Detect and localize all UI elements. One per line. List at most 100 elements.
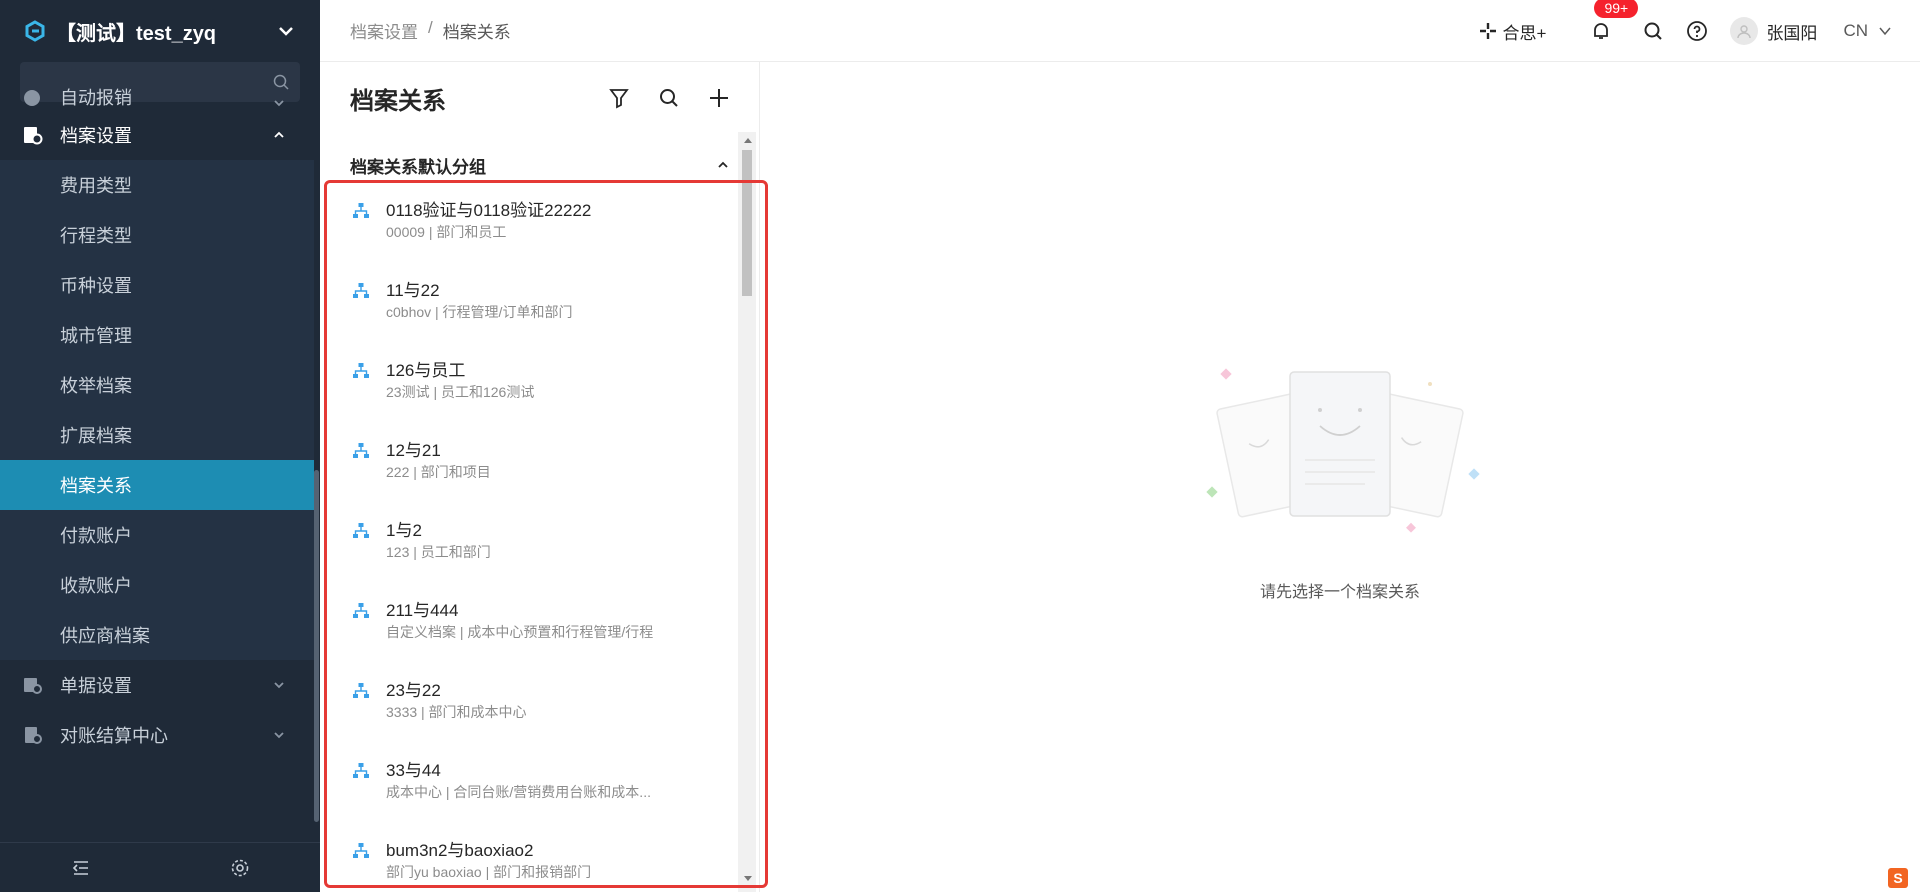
hierarchy-icon [353,443,369,458]
help-icon[interactable] [1686,20,1708,42]
empty-state-message: 请先选择一个档案关系 [1259,584,1420,601]
breadcrumb-separator: / [428,18,433,37]
scroll-up-arrow-icon[interactable] [744,138,752,143]
hierarchy-icon [353,523,369,538]
sidebar-item-reconciliation[interactable]: 对账结算中心 [0,710,314,760]
page-title: 档案关系 [350,87,446,115]
input-method-icon: S [1888,868,1908,888]
list-item-title: bum3n2与baoxiao2 [386,841,534,860]
avatar [1730,17,1759,45]
list-item[interactable]: 12与21 222 | 部门和项目 [340,420,740,500]
chevron-down-icon [274,732,284,739]
breadcrumb: 档案设置 / 档案关系 [350,18,511,43]
sidebar-header[interactable]: 【测试】test_zyq [0,0,320,62]
filter-icon[interactable] [607,86,631,110]
chevron-up-icon [274,131,284,138]
list-item-title: 126与员工 [386,361,466,380]
group-header[interactable]: 档案关系默认分组 [350,150,730,180]
list-item[interactable]: 0118验证与0118验证22222 00009 | 部门和员工 [340,180,740,260]
list-item[interactable]: 33与44 成本中心 | 合同台账/营销费用台账和成本... [340,740,740,820]
breadcrumb-item[interactable]: 档案设置 [350,18,418,43]
language-selector[interactable]: CN [1843,21,1892,41]
sidebar-subitem-payment-account[interactable]: 付款账户 [0,510,314,560]
notification-badge: 99+ [1594,0,1639,18]
archive-settings-icon [20,123,44,147]
user-icon [1737,25,1752,39]
reconciliation-icon [20,723,44,747]
hierarchy-icon [353,683,369,698]
list-item[interactable]: 11与22 c0bhov | 行程管理/订单和部门 [340,260,740,340]
top-bar-actions: 合思+ 99+ 张国阳 CN [1479,0,1920,62]
sidebar-footer [0,842,320,892]
list-panel-header: 档案关系 [320,62,759,134]
hierarchy-icon [353,203,369,218]
list-item-subtitle: 部门yu baoxiao | 部门和报销部门 [386,864,592,880]
breadcrumb-current: 档案关系 [442,23,511,42]
hierarchy-icon [353,843,369,858]
list-item[interactable]: 23与22 3333 | 部门和成本中心 [340,660,740,740]
chevron-up-icon[interactable] [716,158,730,172]
list-scrollbar-thumb[interactable] [742,150,752,296]
hierarchy-icon [353,363,369,378]
chevron-down-icon [1879,27,1891,36]
list-item-title: 23与22 [386,681,441,700]
sidebar-subitem-supplier[interactable]: 供应商档案 [0,610,314,660]
list-item-title: 0118验证与0118验证22222 [386,201,592,220]
hesi-plus-button[interactable]: 合思+ [1479,19,1546,44]
sidebar-subitem-trip-type[interactable]: 行程类型 [0,210,314,260]
sidebar-item-bill-settings[interactable]: 单据设置 [0,660,314,710]
empty-state-illustration [1206,368,1480,533]
list-item-title: 11与22 [386,281,440,300]
user-name: 张国阳 [1766,23,1818,43]
sidebar-scrollbar[interactable] [314,470,319,822]
user-menu[interactable]: 张国阳 [1730,17,1817,45]
list-item[interactable]: 126与员工 23测试 | 员工和126测试 [340,340,740,420]
list-panel-toolbar [607,86,731,110]
top-bar: 档案设置 / 档案关系 合思+ 99+ 张国阳 CN [320,0,1920,62]
sidebar-subitem-extended[interactable]: 扩展档案 [0,410,314,460]
sidebar-item-label: 单据设置 [60,676,132,696]
sidebar-item-auto-reimburse[interactable]: 自动报销 [0,80,314,110]
chevron-down-icon[interactable] [276,21,296,41]
sidebar-menu: 自动报销 档案设置 费用类型 行程类型 币种设置 城市管理 枚举档案 扩展档案 … [0,88,314,760]
list-item-title: 12与21 [386,441,441,460]
org-name: 【测试】test_zyq [56,22,217,45]
sidebar-item-label: 档案设置 [60,126,132,146]
list-item-title: 33与44 [386,761,441,780]
sidebar-subitem-expense-type[interactable]: 费用类型 [0,160,314,210]
sidebar-subitem-enum[interactable]: 枚举档案 [0,360,314,410]
sidebar-subitem-archive-relation[interactable]: 档案关系 [0,460,314,510]
sidebar-subitem-currency[interactable]: 币种设置 [0,260,314,310]
search-icon[interactable] [657,86,681,110]
list-item[interactable]: 1与2 123 | 员工和部门 [340,500,740,580]
sidebar-subitem-receive-account[interactable]: 收款账户 [0,560,314,610]
notification-button[interactable]: 99+ [1590,0,1639,42]
app-logo-icon [24,20,46,42]
list-item-subtitle: 自定义档案 | 成本中心预置和行程管理/行程 [386,624,654,640]
chevron-down-icon [274,100,284,107]
list-item-subtitle: 23测试 | 员工和126测试 [386,384,535,400]
list-item-title: 211与444 [386,601,459,620]
sidebar-subitem-city[interactable]: 城市管理 [0,310,314,360]
collapse-menu-icon[interactable] [70,857,92,879]
relation-list: 0118验证与0118验证22222 00009 | 部门和员工 11与22 c0b… [340,180,740,892]
gear-icon[interactable] [229,857,251,879]
corner-widget[interactable]: S [1888,868,1908,888]
search-icon[interactable] [1642,20,1664,42]
list-item[interactable]: 211与444 自定义档案 | 成本中心预置和行程管理/行程 [340,580,740,660]
list-item-subtitle: 成本中心 | 合同台账/营销费用台账和成本... [386,784,651,800]
language-value: CN [1843,21,1868,40]
sidebar-item-archive-settings[interactable]: 档案设置 [0,110,314,160]
list-item-subtitle: 222 | 部门和项目 [386,464,491,480]
bill-settings-icon [20,673,44,697]
list-item[interactable]: bum3n2与baoxiao2 部门yu baoxiao | 部门和报销部门 [340,820,740,892]
add-icon[interactable] [707,86,731,110]
hesi-plus-icon [1479,23,1496,39]
auto-reimburse-icon [20,86,44,110]
list-item-subtitle: c0bhov | 行程管理/订单和部门 [386,304,573,320]
sidebar-item-label: 自动报销 [60,88,132,108]
scroll-down-arrow-icon[interactable] [744,876,752,881]
sidebar: 【测试】test_zyq 自动报销 档案设置 费用类型 行程类型 币种设置 城市… [0,0,320,892]
app-root: 【测试】test_zyq 自动报销 档案设置 费用类型 行程类型 币种设置 城市… [0,0,1920,892]
list-item-subtitle: 00009 | 部门和员工 [386,224,507,240]
